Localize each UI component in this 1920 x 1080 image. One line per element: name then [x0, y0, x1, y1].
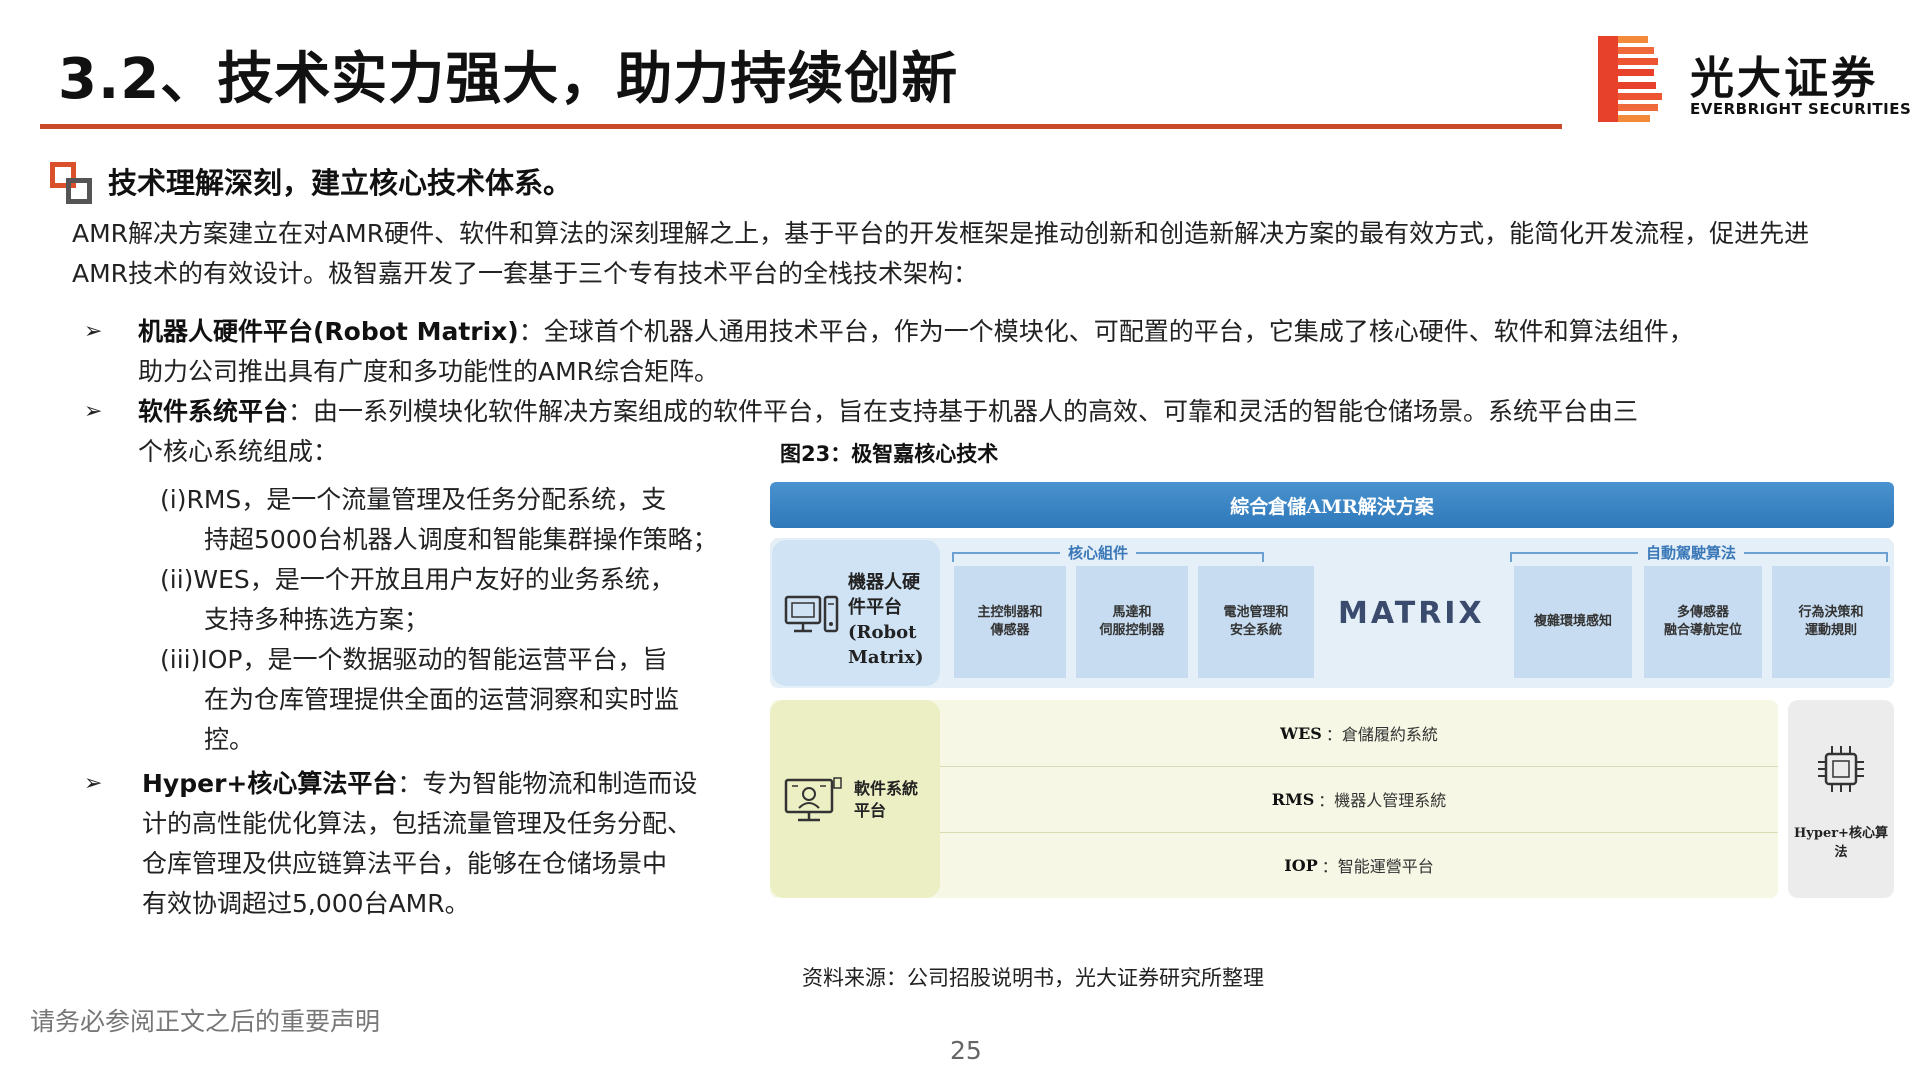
figure-caption: 图23：极智嘉核心技术 — [780, 442, 999, 466]
cell-battery-safety: 電池管理和 安全系統 — [1198, 566, 1314, 678]
page-title: 3.2、技术实力强大，助力持续创新 — [58, 47, 959, 112]
bullet-title: Hyper+核心算法平台 — [142, 769, 398, 798]
arrow-bullet-icon: ➢ — [84, 399, 103, 424]
software-monitor-icon — [784, 777, 842, 822]
bullet-text: 个核心系统组成： — [138, 437, 339, 466]
software-row-iop: IOP ：智能運營平台 — [940, 832, 1778, 898]
subitem-iop-line3: 控。 — [204, 725, 255, 754]
cell-text: 複雜環境感知 — [1533, 614, 1612, 629]
disclaimer: 请务必参阅正文之后的重要声明 — [30, 1007, 381, 1036]
cell-motor-servo: 馬達和 伺服控制器 — [1076, 566, 1188, 678]
system-code: WES — [1280, 723, 1322, 743]
core-technology-diagram: 綜合倉儲AMR解決方案 機器人硬 件平台 (Robot Matrix) 核心組件… — [770, 482, 1894, 902]
matrix-logo: MATRIX — [1338, 596, 1485, 631]
bullet-text: 仓库管理及供应链算法平台，能够在仓储场景中 — [142, 849, 668, 878]
bullet-text: ：专为智能物流和制造而设 — [397, 769, 698, 798]
source-note: 资料来源：公司招股说明书，光大证券研究所整理 — [802, 966, 1264, 990]
software-row-wes: WES ：倉儲履約系統 — [940, 700, 1778, 766]
cell-sensor-fusion: 多傳感器融合導航定位 — [1644, 566, 1762, 678]
subitem-rms-line2: 持超5000台机器人调度和智能集群操作策略； — [204, 525, 718, 554]
logo-english-name: EVERBRIGHT SECURITIES — [1690, 100, 1912, 118]
chip-icon — [1818, 746, 1864, 792]
bullet-text: 助力公司推出具有广度和多功能性的AMR综合矩阵。 — [138, 357, 720, 386]
computer-icon — [784, 595, 839, 633]
hardware-label-line: Matrix) — [848, 647, 924, 668]
software-label-line: 軟件系統 — [854, 779, 919, 798]
hardware-platform-label: 機器人硬 件平台 (Robot Matrix) — [848, 570, 938, 670]
system-desc: ：智能運營平台 — [1321, 857, 1434, 876]
logo-chinese-name: 光大证券 — [1690, 53, 1878, 104]
core-components-label: 核心組件 — [1060, 542, 1137, 563]
system-code: IOP — [1284, 855, 1318, 875]
bullet-text: ：由一系列模块化软件解决方案组成的软件平台，旨在支持基于机器人的高效、可靠和灵活… — [288, 397, 1639, 426]
cell-text: 安全系統 — [1229, 623, 1282, 638]
system-desc: ：機器人管理系統 — [1318, 791, 1447, 810]
intro-paragraph: AMR解决方案建立在对AMR硬件、软件和算法的深刻理解之上，基于平台的开发框架是… — [72, 219, 1810, 288]
system-desc: ：倉儲履約系統 — [1325, 725, 1438, 744]
cell-text: 主控制器和 — [977, 605, 1043, 620]
cell-text: 電池管理和 — [1223, 605, 1289, 620]
bullet-text: 计的高性能优化算法，包括流量管理及任务分配、 — [142, 809, 693, 838]
section-heading: 技术理解深刻，建立核心技术体系。 — [108, 166, 573, 200]
hardware-label-line: 機器人硬 — [848, 572, 920, 593]
hardware-label-line: (Robot — [848, 622, 917, 643]
section-bullet-icon — [50, 162, 94, 206]
cell-text: 運動規則 — [1804, 623, 1857, 638]
cell-environment-perception: 複雜環境感知 — [1514, 566, 1632, 678]
title-underline — [40, 124, 1562, 129]
bullet-text: 有效协调超过5,000台AMR。 — [142, 889, 470, 918]
bullet-text: ：全球首个机器人通用技术平台，作为一个模块化、可配置的平台，它集成了核心硬件、软… — [518, 317, 1694, 346]
cell-text: 伺服控制器 — [1099, 623, 1165, 638]
subitem-iop-line2: 在为仓库管理提供全面的运营洞察和实时监 — [204, 685, 680, 714]
cell-text: 融合導航定位 — [1663, 623, 1742, 638]
software-platform-label: 軟件系統 平台 — [854, 778, 918, 822]
subitem-rms-line1: (i)RMS，是一个流量管理及任务分配系统，支 — [160, 485, 667, 514]
page-number: 25 — [950, 1036, 982, 1065]
system-code: RMS — [1271, 789, 1315, 809]
subitem-iop-line1: (iii)IOP，是一个数据驱动的智能运营平台，旨 — [160, 645, 668, 674]
software-row-rms: RMS ：機器人管理系統 — [940, 766, 1778, 832]
subitem-wes-line2: 支持多种拣选方案； — [204, 605, 430, 634]
arrow-bullet-icon: ➢ — [84, 319, 103, 344]
bullet-title: 软件系统平台 — [138, 397, 289, 426]
hyper-algorithm-box — [1788, 700, 1894, 898]
subitem-wes-line1: (ii)WES，是一个开放且用户友好的业务系统， — [160, 565, 675, 594]
cell-text: 馬達和 — [1112, 605, 1152, 620]
cell-text: 傳感器 — [990, 623, 1030, 638]
cell-behavior-decision: 行為決策和 運動規則 — [1772, 566, 1890, 678]
solution-banner: 綜合倉儲AMR解決方案 — [770, 482, 1894, 528]
everbright-logo-mark — [1598, 36, 1662, 122]
hyper-algorithm-label: Hyper+核心算法 — [1794, 826, 1888, 860]
everbright-logo: 光大证券 EVERBRIGHT SECURITIES — [1598, 36, 1911, 122]
arrow-bullet-icon: ➢ — [84, 771, 103, 796]
hardware-label-line: 件平台 — [848, 597, 902, 618]
autonomous-driving-label: 自動駕駛算法 — [1638, 542, 1745, 563]
software-label-line: 平台 — [854, 801, 887, 820]
bullet-title: 机器人硬件平台(Robot Matrix) — [138, 317, 519, 346]
cell-main-controller: 主控制器和 傳感器 — [954, 566, 1066, 678]
cell-text: 多傳感器 — [1676, 605, 1729, 620]
cell-text: 行為決策和 — [1798, 605, 1864, 620]
